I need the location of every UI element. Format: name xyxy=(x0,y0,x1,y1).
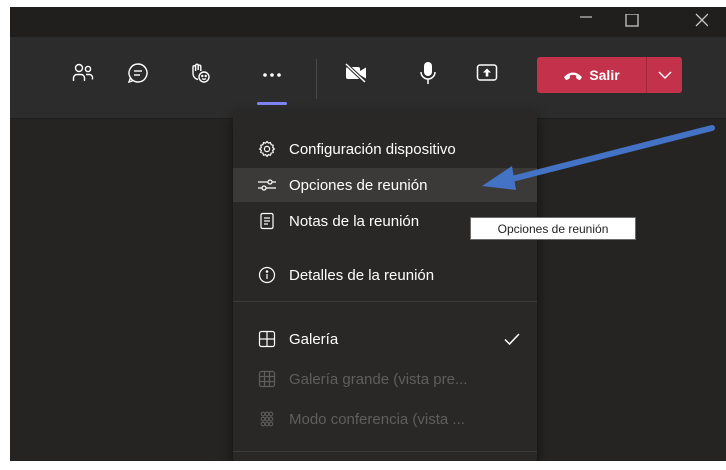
annotation-arrow xyxy=(482,125,715,190)
